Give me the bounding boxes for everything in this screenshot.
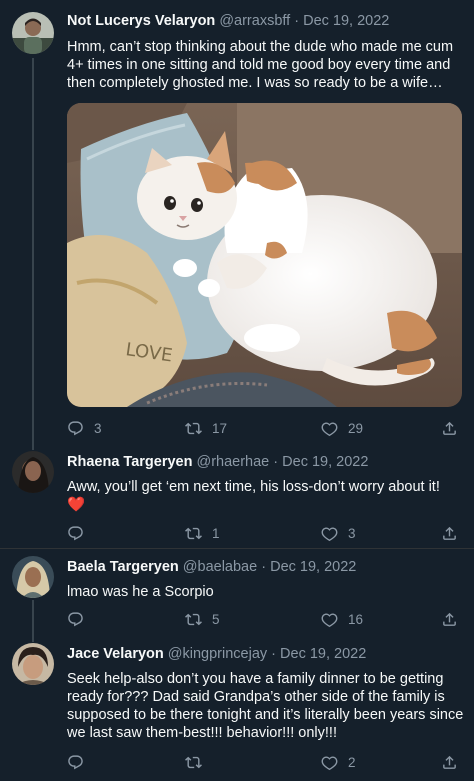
reply-button[interactable] (67, 752, 94, 772)
tweet-text: Hmm, can’t stop thinking about the dude … (67, 39, 454, 91)
reply-count: 3 (94, 420, 102, 436)
like-count: 3 (348, 525, 356, 541)
display-name[interactable]: Not Lucerys Velaryon (67, 13, 215, 29)
reply-icon (67, 611, 84, 628)
display-name[interactable]: Rhaena Targeryen (67, 454, 192, 470)
retweet-count: 17 (212, 420, 228, 436)
share-button[interactable] (441, 752, 458, 772)
heart-icon (321, 611, 338, 628)
timestamp[interactable]: Dec 19, 2022 (282, 454, 368, 470)
reply-button[interactable] (67, 609, 94, 629)
username[interactable]: @rhaerhae (196, 454, 269, 470)
tweet-header: Jace Velaryon @kingprincejay · Dec 19, 2… (67, 646, 466, 662)
retweet-icon (185, 420, 202, 437)
share-button[interactable] (441, 609, 458, 629)
avatar[interactable] (12, 451, 54, 493)
share-icon (441, 420, 458, 437)
timestamp[interactable]: Dec 19, 2022 (303, 13, 389, 29)
separator: · (261, 559, 267, 575)
retweet-count: 1 (212, 525, 220, 541)
tweet-text: Aww, you’ll get ‘em next time, his loss-… (67, 478, 464, 514)
username[interactable]: @baelabae (183, 559, 257, 575)
retweet-button[interactable]: 5 (185, 609, 220, 629)
reply-icon (67, 420, 84, 437)
retweet-icon (185, 525, 202, 542)
separator: · (271, 646, 277, 662)
thread-line (32, 58, 34, 450)
tweet-header: Rhaena Targeryen @rhaerhae · Dec 19, 202… (67, 454, 466, 470)
thread-line (32, 600, 34, 642)
retweet-icon (185, 611, 202, 628)
retweet-icon (185, 754, 202, 771)
separator: · (273, 454, 279, 470)
share-button[interactable] (441, 418, 458, 438)
reply-icon (67, 754, 84, 771)
tweet-text-content: Aww, you’ll get ‘em next time, his loss-… (67, 479, 440, 495)
tweet-photo-crying-cat[interactable]: LOVE (67, 103, 462, 407)
retweet-button[interactable]: 1 (185, 523, 220, 543)
like-count: 2 (348, 754, 356, 770)
username[interactable]: @kingprincejay (168, 646, 267, 662)
like-button[interactable]: 29 (321, 418, 363, 438)
retweet-count: 5 (212, 611, 220, 627)
retweet-button[interactable]: 17 (185, 418, 227, 438)
timestamp[interactable]: Dec 19, 2022 (270, 559, 356, 575)
heart-emoji: ❤️ (67, 497, 86, 513)
tweet-header: Not Lucerys Velaryon @arraxsbff · Dec 19… (67, 13, 466, 29)
share-icon (441, 754, 458, 771)
reply-button[interactable] (67, 523, 94, 543)
like-count: 16 (348, 611, 364, 627)
tweet-text: lmao was he a Scorpio (67, 584, 214, 600)
tweet-actions: 2 (67, 752, 460, 772)
reply-icon (67, 525, 84, 542)
tweet-actions: 1 3 (67, 523, 460, 543)
like-button[interactable]: 2 (321, 752, 356, 772)
tweet-text: Seek help-also don’t you have a family d… (67, 671, 464, 741)
avatar[interactable] (12, 556, 54, 598)
tweet-header: Baela Targeryen @baelabae · Dec 19, 2022 (67, 559, 466, 575)
heart-icon (321, 525, 338, 542)
avatar[interactable] (12, 643, 54, 685)
like-count: 29 (348, 420, 364, 436)
share-icon (441, 611, 458, 628)
reply-button[interactable]: 3 (67, 418, 102, 438)
share-icon (441, 525, 458, 542)
retweet-button[interactable] (185, 752, 212, 772)
tweet-actions: 5 16 (67, 609, 460, 629)
display-name[interactable]: Baela Targeryen (67, 559, 179, 575)
timestamp[interactable]: Dec 19, 2022 (280, 646, 366, 662)
like-button[interactable]: 16 (321, 609, 363, 629)
tweet-actions: 3 17 29 (67, 418, 460, 438)
heart-icon (321, 420, 338, 437)
tweet-divider (0, 548, 474, 549)
like-button[interactable]: 3 (321, 523, 356, 543)
display-name[interactable]: Jace Velaryon (67, 646, 164, 662)
heart-icon (321, 754, 338, 771)
separator: · (294, 13, 300, 29)
avatar[interactable] (12, 12, 54, 54)
share-button[interactable] (441, 523, 458, 543)
username[interactable]: @arraxsbff (219, 13, 290, 29)
